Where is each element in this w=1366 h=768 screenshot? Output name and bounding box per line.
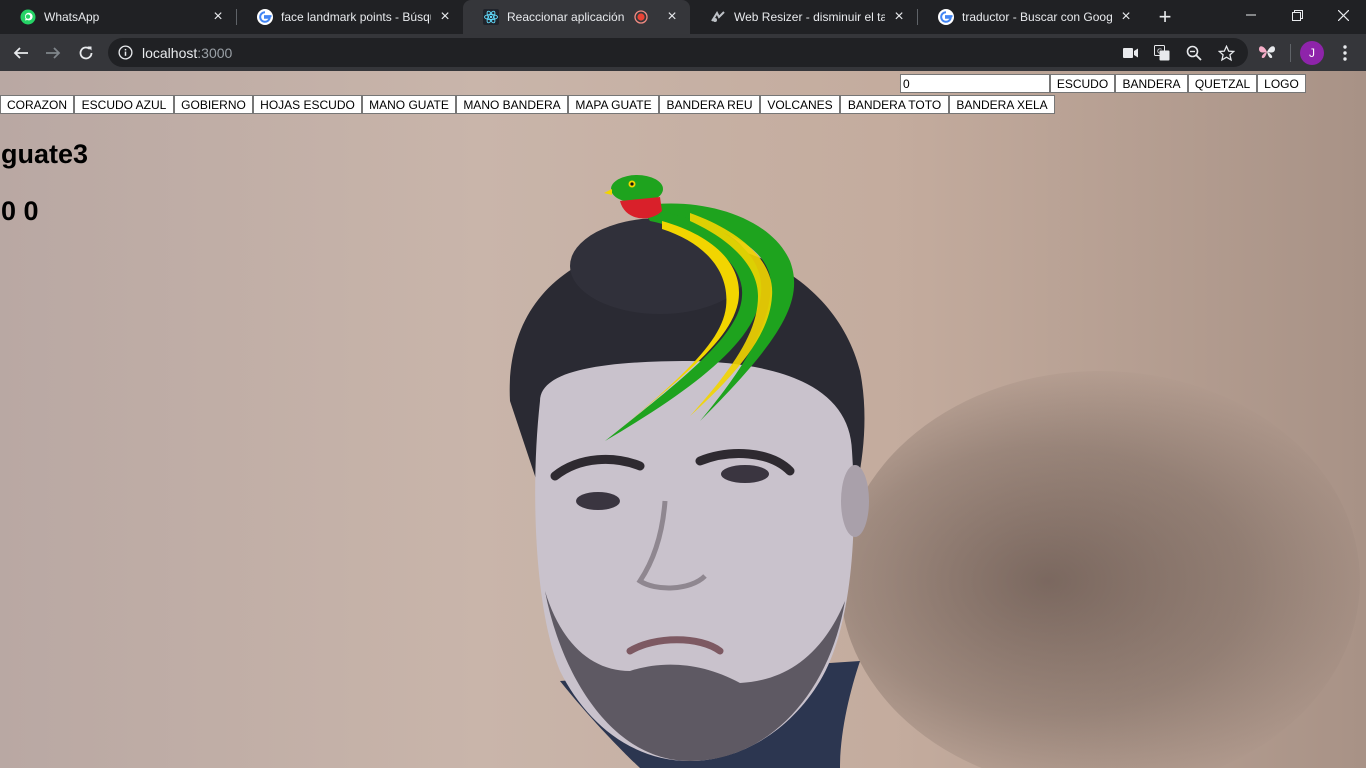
info-icon[interactable] xyxy=(118,45,133,60)
tab-title: WhatsApp xyxy=(44,10,100,24)
toolbar-separator xyxy=(1290,44,1291,62)
tab-reaccionar[interactable]: Reaccionar aplicación × xyxy=(463,0,690,34)
ear xyxy=(841,465,869,537)
gobierno-button[interactable]: GOBIERNO xyxy=(174,95,253,114)
avatar[interactable]: J xyxy=(1300,41,1324,65)
back-button[interactable] xyxy=(8,40,34,66)
tab-title: Web Resizer - disminuir el tam xyxy=(734,10,885,24)
mano-guate-button[interactable]: MANO GUATE xyxy=(362,95,456,114)
logo-button[interactable]: LOGO xyxy=(1257,74,1306,93)
menu-button[interactable] xyxy=(1332,40,1358,66)
new-tab-button[interactable]: + xyxy=(1153,4,1177,29)
close-icon[interactable]: × xyxy=(437,8,453,25)
react-icon xyxy=(483,9,499,25)
tab-traductor[interactable]: traductor - Buscar con Google × xyxy=(918,0,1144,34)
forward-arrow-icon xyxy=(46,47,61,59)
close-window-button[interactable] xyxy=(1320,0,1366,30)
tab-title: face landmark points - Búsque xyxy=(281,10,431,24)
minimize-button[interactable] xyxy=(1228,0,1274,30)
butterfly-extension-icon[interactable] xyxy=(1258,43,1276,61)
webcam-canvas: ESCUDO BANDERA QUETZAL LOGO CORAZON ESCU… xyxy=(0,71,1366,768)
mano-bandera-button[interactable]: MANO BANDERA xyxy=(456,95,568,114)
close-icon[interactable]: × xyxy=(1118,8,1134,25)
mapa-guate-button[interactable]: MAPA GUATE xyxy=(568,95,659,114)
bookmark-star-icon[interactable] xyxy=(1217,44,1235,62)
close-icon[interactable]: × xyxy=(891,8,907,25)
address-bar[interactable]: localhost:3000 G xyxy=(108,38,1248,67)
restore-icon xyxy=(1291,9,1303,21)
bandera-reu-button[interactable]: BANDERA REU xyxy=(659,95,760,114)
value-input[interactable] xyxy=(900,74,1050,93)
close-icon xyxy=(1337,9,1349,21)
google-icon xyxy=(938,9,954,25)
tab-title: traductor - Buscar con Google xyxy=(962,10,1112,24)
bandera-button[interactable]: BANDERA xyxy=(1115,74,1188,93)
google-icon xyxy=(257,9,273,25)
tab-face-landmark[interactable]: face landmark points - Búsque × xyxy=(237,0,463,34)
tab-strip: WhatsApp × face landmark points - Búsque… xyxy=(0,0,1366,34)
browser-toolbar: localhost:3000 G J xyxy=(0,34,1366,71)
quetzal-button[interactable]: QUETZAL xyxy=(1188,74,1257,93)
left-eye xyxy=(576,492,620,510)
coordinates-readout: 0 0 xyxy=(1,196,39,226)
right-eye xyxy=(721,465,769,483)
reload-button[interactable] xyxy=(73,40,99,66)
minimize-icon xyxy=(1246,14,1256,16)
corazon-button[interactable]: CORAZON xyxy=(0,95,74,114)
restore-button[interactable] xyxy=(1274,0,1320,30)
close-icon[interactable]: × xyxy=(664,8,680,25)
translate-icon[interactable]: G xyxy=(1153,44,1171,62)
escudo-button[interactable]: ESCUDO xyxy=(1050,74,1115,93)
bandera-xela-button[interactable]: BANDERA XELA xyxy=(949,95,1055,114)
url-port: :3000 xyxy=(197,45,233,61)
escudo-azul-button[interactable]: ESCUDO AZUL xyxy=(74,95,174,114)
more-vert-icon xyxy=(1343,45,1347,61)
close-icon[interactable]: × xyxy=(210,8,226,25)
url-text: localhost:3000 xyxy=(142,45,232,61)
tab-title: Reaccionar aplicación xyxy=(507,10,625,24)
tab-whatsapp[interactable]: WhatsApp × xyxy=(0,0,236,34)
reload-icon xyxy=(79,46,93,60)
back-arrow-icon xyxy=(13,47,28,59)
whatsapp-icon xyxy=(20,9,36,25)
bandera-toto-button[interactable]: BANDERA TOTO xyxy=(840,95,949,114)
volcanes-button[interactable]: VOLCANES xyxy=(760,95,840,114)
svg-text:G: G xyxy=(1157,48,1162,56)
tab-web-resizer[interactable]: Web Resizer - disminuir el tam × xyxy=(690,0,917,34)
webcam-frame xyxy=(509,175,869,768)
forward-button[interactable] xyxy=(40,40,66,66)
page-title: guate3 xyxy=(1,139,89,169)
web-resizer-icon xyxy=(711,10,725,22)
zoom-icon[interactable] xyxy=(1185,44,1203,62)
camera-icon[interactable] xyxy=(1122,44,1140,62)
hojas-escudo-button[interactable]: HOJAS ESCUDO xyxy=(253,95,362,114)
url-host: localhost xyxy=(142,45,198,61)
recording-icon xyxy=(634,10,648,24)
